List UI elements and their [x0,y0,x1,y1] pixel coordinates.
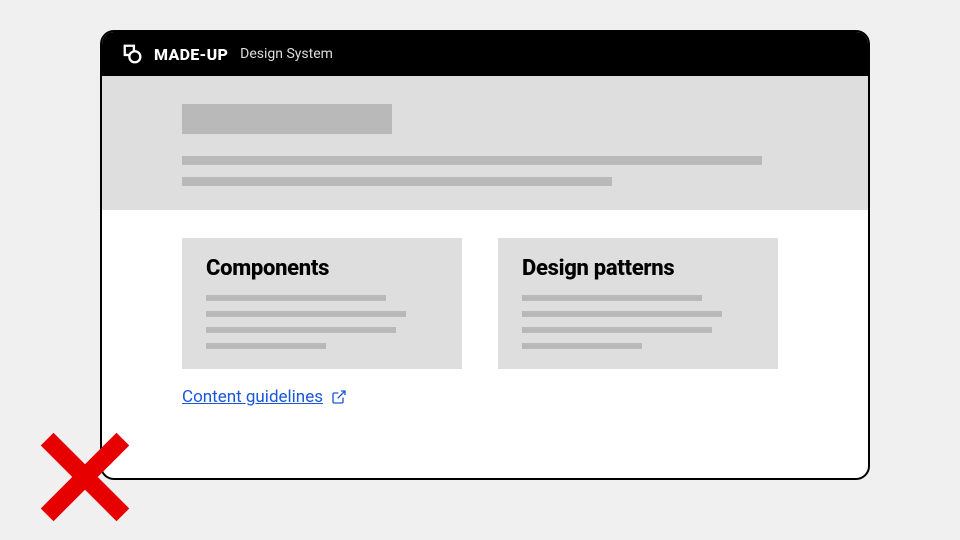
card-components[interactable]: Components [182,238,462,369]
skeleton-line [206,327,396,333]
skeleton-line [182,156,762,165]
skeleton-line [522,327,712,333]
external-link-icon [331,389,347,405]
example-window: MADE-UP Design System Components Design … [100,30,870,480]
skeleton-line [522,311,722,317]
content-guidelines-link[interactable]: Content guidelines [182,387,323,407]
card-title: Components [206,256,438,281]
card-design-patterns[interactable]: Design patterns [498,238,778,369]
brand-name: MADE-UP [154,45,228,64]
skeleton-line [522,343,642,349]
card-title: Design patterns [522,256,754,281]
skeleton-line [206,295,386,301]
logo-icon [122,43,144,65]
title-bar: MADE-UP Design System [102,32,868,76]
brand-sub: Design System [240,46,333,62]
hero-section [102,76,868,210]
cards-row: Components Design patterns [102,210,868,387]
link-row: Content guidelines [102,387,868,407]
skeleton-line [206,311,406,317]
skeleton-line [206,343,326,349]
skeleton-line [182,177,612,186]
skeleton-title [182,104,392,134]
reject-x-icon [40,432,130,522]
skeleton-line [522,295,702,301]
